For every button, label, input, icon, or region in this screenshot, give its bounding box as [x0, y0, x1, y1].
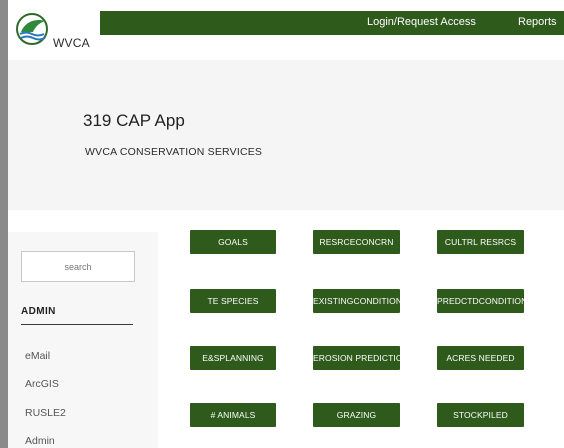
stockpiled-button[interactable]: STOCKPILED — [437, 403, 524, 427]
te-species-button[interactable]: TE SPECIES — [190, 289, 276, 313]
es-planning-button[interactable]: E&SPLANNING — [190, 346, 276, 370]
page: WVCA Login/Request Access Reports 319 CA… — [0, 0, 564, 448]
grazing-button[interactable]: GRAZING — [313, 403, 400, 427]
top-navigation-bar: Login/Request Access Reports — [100, 11, 564, 35]
sidebar-heading: ADMIN — [21, 306, 56, 317]
goals-button[interactable]: GOALS — [190, 230, 276, 254]
sidebar-item-admin[interactable]: Admin — [25, 435, 55, 447]
sidebar-divider — [21, 324, 133, 325]
resource-concern-button[interactable]: RESRCECONCRN — [313, 230, 400, 254]
page-title: 319 CAP App — [83, 111, 185, 130]
brand-name: WVCA — [53, 36, 90, 50]
sidebar: ADMIN eMail ArcGIS RUSLE2 Admin — [8, 232, 158, 448]
page-subtitle: WVCA CONSERVATION SERVICES — [85, 146, 263, 158]
search-input[interactable] — [21, 251, 135, 282]
hero-banner: 319 CAP App WVCA CONSERVATION SERVICES — [8, 60, 564, 210]
window-left-border — [0, 0, 8, 448]
sidebar-item-email[interactable]: eMail — [25, 350, 50, 362]
erosion-prediction-button[interactable]: EROSION PREDICTION — [313, 346, 400, 370]
number-animals-button[interactable]: # ANIMALS — [190, 403, 276, 427]
acres-needed-button[interactable]: ACRES NEEDED — [437, 346, 524, 370]
predicted-condition-button[interactable]: PREDCTDCONDITION — [437, 289, 524, 313]
existing-condition-button[interactable]: EXISTINGCONDITION — [313, 289, 400, 313]
sidebar-item-rusle2[interactable]: RUSLE2 — [25, 407, 66, 419]
login-request-access-link[interactable]: Login/Request Access — [367, 16, 476, 28]
sidebar-item-arcgis[interactable]: ArcGIS — [25, 378, 59, 390]
cultural-resources-button[interactable]: CULTRL RESRCS — [437, 230, 524, 254]
reports-link[interactable]: Reports — [518, 16, 557, 28]
